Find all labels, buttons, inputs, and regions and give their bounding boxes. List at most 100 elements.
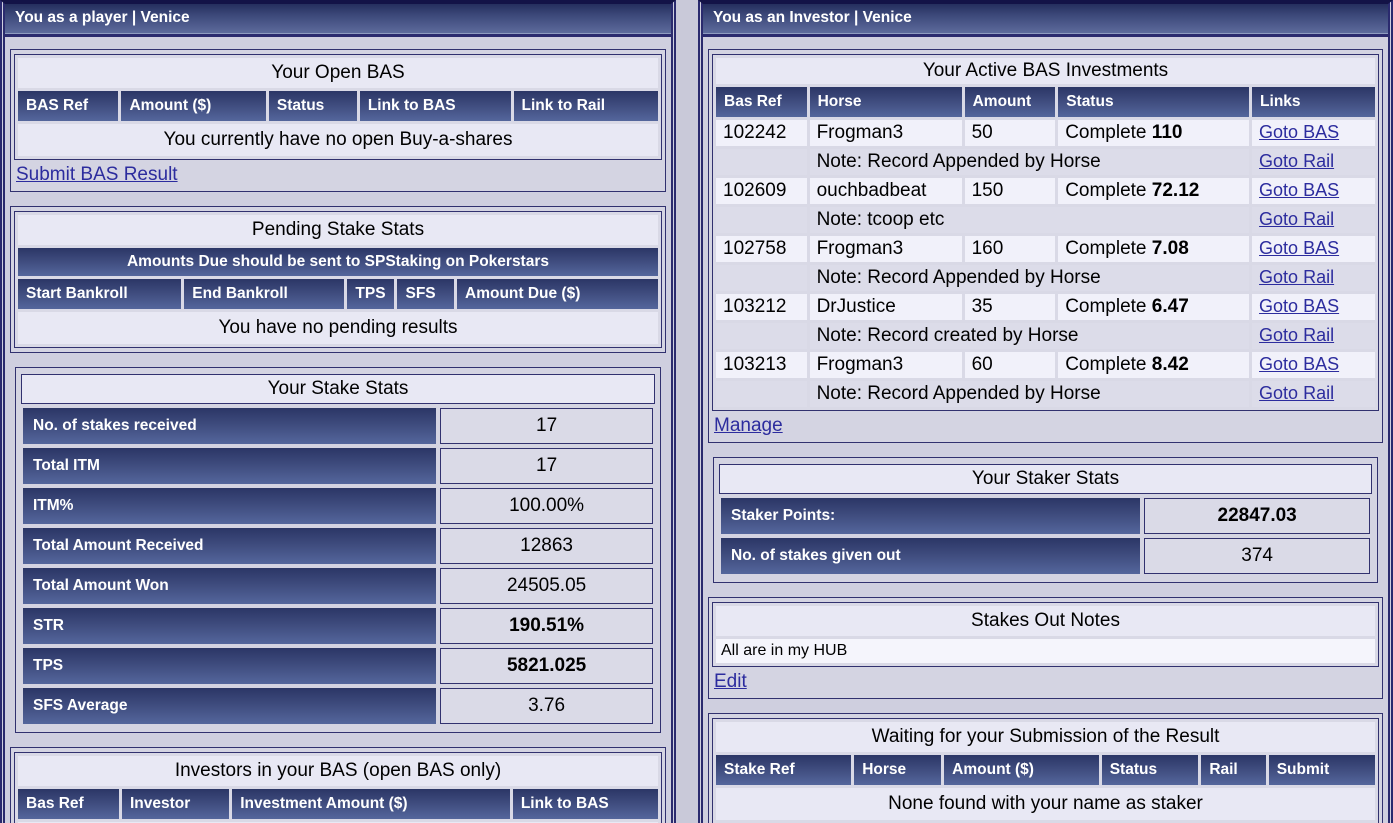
stat-label: STR [23,608,436,644]
investments-table-frame: Your Active BAS Investments Bas RefHorse… [712,54,1379,411]
stat-row: No. of stakes received 17 [23,408,653,444]
empty-cell [716,381,807,407]
goto-bas-link[interactable]: Goto BAS [1259,354,1339,374]
empty-cell [716,265,807,291]
notes-text: All are in my HUB [716,639,1375,663]
column-header: Start Bankroll [18,279,181,309]
stat-value: 17 [440,408,653,444]
links-cell: Goto Rail [1252,207,1375,233]
column-header: Investor [122,789,229,819]
horse-cell: Frogman3 [810,352,962,378]
amount-cell: 160 [965,236,1056,262]
stake-stats-title: Your Stake Stats [21,374,655,404]
bas-ref-cell: 102758 [716,236,807,262]
column-header: Bas Ref [18,789,119,819]
note-cell: Note: Record Appended by Horse [810,149,1249,175]
horse-cell: Frogman3 [810,120,962,146]
stat-value: 22847.03 [1144,498,1370,534]
empty-cell [716,323,807,349]
horse-cell: DrJustice [810,294,962,320]
stat-value: 17 [440,448,653,484]
investment-note-row: Note: Record created by Horse Goto Rail [716,323,1375,349]
player-column: You as a player | Venice Your Open BAS B… [0,0,676,823]
goto-rail-link[interactable]: Goto Rail [1259,267,1334,287]
stat-value: 3.76 [440,688,653,724]
stat-value: 12863 [440,528,653,564]
note-cell: Note: Record Appended by Horse [810,381,1249,407]
column-header: Link to BAS [360,91,511,121]
waiting-table: Waiting for your Submission of the Resul… [713,719,1378,823]
waiting-title: Waiting for your Submission of the Resul… [716,722,1375,752]
open-bas-panel: Your Open BAS BAS RefAmount ($)StatusLin… [10,49,666,192]
stat-value: 5821.025 [440,648,653,684]
goto-bas-link[interactable]: Goto BAS [1259,238,1339,258]
pending-empty-message: You have no pending results [18,312,658,344]
open-bas-table: Your Open BAS BAS RefAmount ($)StatusLin… [15,55,661,159]
notes-table: Stakes Out Notes All are in my HUB [713,603,1378,666]
investment-row: 103213 Frogman3 60 Complete 8.42 Goto BA… [716,352,1375,378]
pending-table: Pending Stake Stats Amounts Due should b… [15,212,661,347]
investment-row: 103212 DrJustice 35 Complete 6.47 Goto B… [716,294,1375,320]
amount-cell: 35 [965,294,1056,320]
stat-row: Staker Points: 22847.03 [721,498,1370,534]
status-value: 72.12 [1152,180,1200,201]
active-investments-panel: Your Active BAS Investments Bas RefHorse… [708,49,1383,443]
open-bas-table-frame: Your Open BAS BAS RefAmount ($)StatusLin… [14,54,662,160]
pending-subtitle: Amounts Due should be sent to SPStaking … [18,248,658,276]
goto-rail-link[interactable]: Goto Rail [1259,325,1334,345]
column-header: Amount [965,87,1056,117]
goto-rail-link[interactable]: Goto Rail [1259,383,1334,403]
column-header: Link to BAS [513,789,658,819]
stat-row: TPS 5821.025 [23,648,653,684]
note-cell: Note: tcoop etc [810,207,1249,233]
manage-link[interactable]: Manage [714,415,783,437]
links-cell: Goto Rail [1252,381,1375,407]
stat-label: SFS Average [23,688,436,724]
horse-cell: Frogman3 [810,236,962,262]
player-column-body: Your Open BAS BAS RefAmount ($)StatusLin… [5,37,671,823]
goto-bas-link[interactable]: Goto BAS [1259,180,1339,200]
goto-bas-link[interactable]: Goto BAS [1259,296,1339,316]
pending-title: Pending Stake Stats [18,215,658,245]
empty-cell [716,207,807,233]
bas-ref-cell: 103212 [716,294,807,320]
player-titlebar: You as a player | Venice [5,4,671,37]
waiting-table-frame: Waiting for your Submission of the Resul… [712,718,1379,823]
stat-value: 100.00% [440,488,653,524]
column-header: SFS [397,279,454,309]
notes-title: Stakes Out Notes [716,606,1375,636]
goto-bas-link[interactable]: Goto BAS [1259,122,1339,142]
links-cell: Goto Rail [1252,149,1375,175]
edit-notes-link[interactable]: Edit [714,671,747,693]
column-header: Stake Ref [716,755,851,785]
waiting-submission-panel: Waiting for your Submission of the Resul… [708,713,1383,823]
bas-ref-cell: 102609 [716,178,807,204]
column-header: Links [1252,87,1375,117]
staker-stats-panel: Your Staker Stats Staker Points: 22847.0… [713,457,1378,583]
column-header: Rail [1201,755,1265,785]
status-value: 6.47 [1152,296,1189,317]
column-header: Link to Rail [514,91,658,121]
staker-stats-table: Staker Points: 22847.03 No. of stakes gi… [717,494,1374,578]
links-cell: Goto Rail [1252,265,1375,291]
page: You as a player | Venice Your Open BAS B… [0,0,1393,823]
investment-row: 102242 Frogman3 50 Complete 110 Goto BAS [716,120,1375,146]
investments-table: Your Active BAS Investments Bas RefHorse… [713,55,1378,410]
stat-value: 190.51% [440,608,653,644]
column-header: Submit [1269,755,1375,785]
links-cell: Goto BAS [1252,178,1375,204]
open-bas-title: Your Open BAS [18,58,658,88]
bas-ref-cell: 103213 [716,352,807,378]
open-bas-empty-message: You currently have no open Buy-a-shares [18,124,658,156]
status-value: 7.08 [1152,238,1189,259]
submit-bas-result-link[interactable]: Submit BAS Result [16,164,178,186]
stat-label: Staker Points: [721,498,1140,534]
column-header: Horse [854,755,941,785]
goto-rail-link[interactable]: Goto Rail [1259,209,1334,229]
stat-label: No. of stakes given out [721,538,1140,574]
goto-rail-link[interactable]: Goto Rail [1259,151,1334,171]
status-cell: Complete 7.08 [1058,236,1249,262]
stat-row: STR 190.51% [23,608,653,644]
investor-column: You as an Investor | Venice Your Active … [698,0,1393,823]
column-header: Amount ($) [944,755,1099,785]
